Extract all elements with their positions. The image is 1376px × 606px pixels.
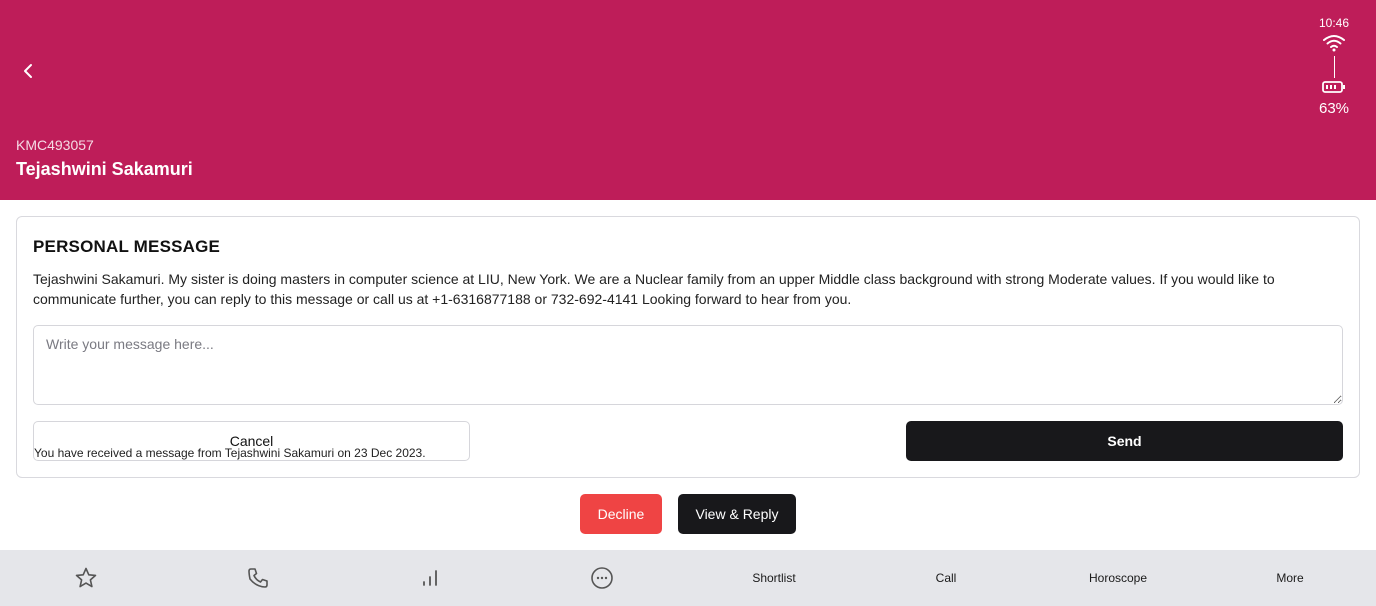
bottom-nav-bar: Shortlist Call Horoscope More (0, 550, 1376, 606)
wifi-icon (1323, 35, 1345, 52)
received-note: You have received a message from Tejashw… (34, 446, 426, 460)
bottom-bar-phone[interactable] (172, 550, 344, 606)
profile-id: KMC493057 (16, 137, 94, 153)
phone-icon (248, 568, 268, 588)
star-icon (75, 567, 97, 588)
message-card: PERSONAL MESSAGE Tejashwini Sakamuri. My… (16, 216, 1360, 478)
battery-icon (1322, 81, 1345, 93)
chevron-left-icon (24, 64, 32, 78)
status-divider (1333, 56, 1335, 78)
chat-dots-icon (591, 567, 613, 589)
profile-header: KMC493057 Tejashwini Sakamuri 10:46 63% (0, 0, 1376, 200)
message-body: Tejashwini Sakamuri. My sister is doing … (33, 271, 1275, 307)
status-bar: 10:46 63% (1300, 16, 1360, 117)
view-reply-button[interactable]: View & Reply (678, 494, 796, 534)
battery-percentage: 63% (1318, 100, 1350, 117)
back-button[interactable] (16, 58, 42, 84)
bottom-bar-more[interactable]: More (1204, 550, 1376, 606)
status-time: 10:46 (1318, 16, 1350, 30)
bar-chart-icon (423, 570, 437, 586)
bottom-bar-horoscope[interactable]: Horoscope (1032, 550, 1204, 606)
bottom-bar-star[interactable] (0, 550, 172, 606)
bottom-bar-signal[interactable] (344, 550, 516, 606)
message-input[interactable] (33, 325, 1343, 405)
bottom-bar-call[interactable]: Call (860, 550, 1032, 606)
profile-name: Tejashwini Sakamuri (16, 159, 193, 179)
bottom-bar-chat[interactable] (516, 550, 688, 606)
decline-button[interactable]: Decline (580, 494, 662, 534)
cancel-button[interactable]: Cancel You have received a message from … (33, 421, 470, 461)
send-button[interactable]: Send (906, 421, 1343, 461)
bottom-bar-shortlist[interactable]: Shortlist (688, 550, 860, 606)
card-title: PERSONAL MESSAGE (33, 237, 221, 256)
